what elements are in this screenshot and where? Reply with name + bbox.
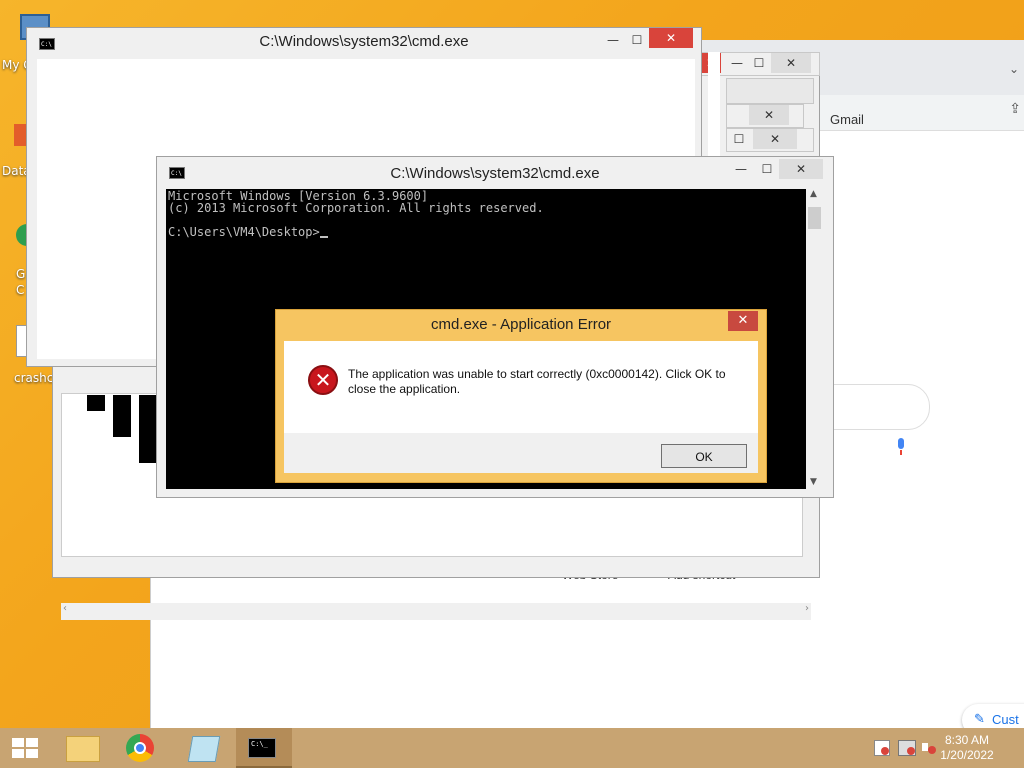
desktop-icon-label: crashc bbox=[14, 371, 54, 385]
close-button[interactable]: ✕ bbox=[728, 311, 758, 331]
render-artifact bbox=[139, 395, 157, 463]
windows-logo-icon bbox=[12, 738, 38, 758]
tab-search-icon[interactable]: ⌄ bbox=[1009, 62, 1019, 76]
ghost-titlebar-fragment: ✕ bbox=[726, 104, 804, 128]
text-cursor bbox=[319, 236, 328, 238]
close-button[interactable]: ✕ bbox=[649, 28, 693, 48]
ghost-titlebar-fragment: ☐ ✕ bbox=[726, 128, 814, 152]
scroll-up-icon[interactable]: ▲ bbox=[810, 189, 817, 199]
scroll-thumb[interactable] bbox=[808, 207, 821, 229]
render-artifact bbox=[113, 395, 131, 437]
close-button[interactable]: ✕ bbox=[753, 129, 797, 149]
maximize-button[interactable]: ☐ bbox=[729, 129, 749, 149]
ghost-titlebar-fragment bbox=[726, 78, 814, 104]
share-icon[interactable]: ⇪ bbox=[1009, 101, 1021, 117]
gmail-link[interactable]: Gmail bbox=[830, 112, 864, 127]
desktop-icon-label: G C bbox=[16, 267, 26, 297]
ok-button[interactable]: OK bbox=[661, 444, 747, 468]
cmd-icon: C:\ bbox=[169, 167, 185, 179]
vertical-scrollbar[interactable]: ▲ ▼ bbox=[806, 189, 823, 489]
dialog-message-area: ✕ The application was unable to start co… bbox=[284, 341, 758, 433]
customize-label: Cust bbox=[992, 712, 1019, 727]
minimize-button[interactable]: — bbox=[727, 159, 755, 179]
chrome-icon bbox=[126, 734, 154, 762]
pencil-icon: ✎ bbox=[974, 711, 985, 726]
error-icon: ✕ bbox=[308, 365, 338, 395]
cmd-icon: C:\_ bbox=[248, 738, 276, 758]
close-button[interactable]: ✕ bbox=[749, 105, 789, 125]
maximize-button[interactable]: ☐ bbox=[753, 159, 781, 179]
cmd-icon: C:\ bbox=[39, 38, 55, 50]
error-message: The application was unable to start corr… bbox=[348, 367, 726, 396]
horizontal-scrollbar[interactable]: ‹ › bbox=[61, 603, 811, 620]
ghost-titlebar-fragment bbox=[708, 52, 720, 156]
maximize-button[interactable]: ☐ bbox=[745, 53, 773, 73]
folder-icon bbox=[66, 736, 100, 762]
clock-time: 8:30 AM bbox=[944, 733, 990, 747]
maximize-button[interactable]: ☐ bbox=[623, 30, 651, 50]
dialog-title: cmd.exe - Application Error bbox=[430, 316, 612, 333]
application-error-dialog[interactable]: cmd.exe - Application Error ✕ ✕ The appl… bbox=[275, 309, 767, 483]
console-prompt-line: C:\Users\VM4\Desktop> bbox=[168, 226, 804, 238]
scroll-right-icon[interactable]: › bbox=[805, 603, 809, 614]
dialog-body: ✕ The application was unable to start co… bbox=[284, 341, 758, 473]
network-icon[interactable] bbox=[898, 740, 916, 756]
scroll-down-icon[interactable]: ▼ bbox=[810, 477, 817, 487]
clock[interactable]: 8:30 AM 1/20/2022 bbox=[932, 733, 1002, 763]
taskbar-notepad[interactable] bbox=[176, 728, 232, 768]
console-prompt: C:\Users\VM4\Desktop> bbox=[168, 225, 320, 239]
taskbar-command-prompt[interactable]: C:\_ bbox=[236, 728, 292, 768]
close-button[interactable]: ✕ bbox=[779, 159, 823, 179]
microphone-icon[interactable] bbox=[896, 438, 906, 456]
scroll-left-icon[interactable]: ‹ bbox=[63, 603, 67, 614]
taskbar: C:\_ 8:30 AM 1/20/2022 bbox=[0, 728, 1024, 768]
taskbar-file-explorer[interactable] bbox=[56, 728, 112, 768]
start-button[interactable] bbox=[0, 728, 50, 768]
console-line: (c) 2013 Microsoft Corporation. All righ… bbox=[168, 201, 544, 215]
clock-date: 1/20/2022 bbox=[940, 748, 994, 762]
notepad-icon bbox=[187, 736, 221, 762]
render-artifact bbox=[87, 395, 105, 411]
close-button[interactable]: ✕ bbox=[771, 53, 811, 73]
taskbar-chrome[interactable] bbox=[114, 728, 170, 768]
action-center-icon[interactable] bbox=[874, 740, 890, 756]
